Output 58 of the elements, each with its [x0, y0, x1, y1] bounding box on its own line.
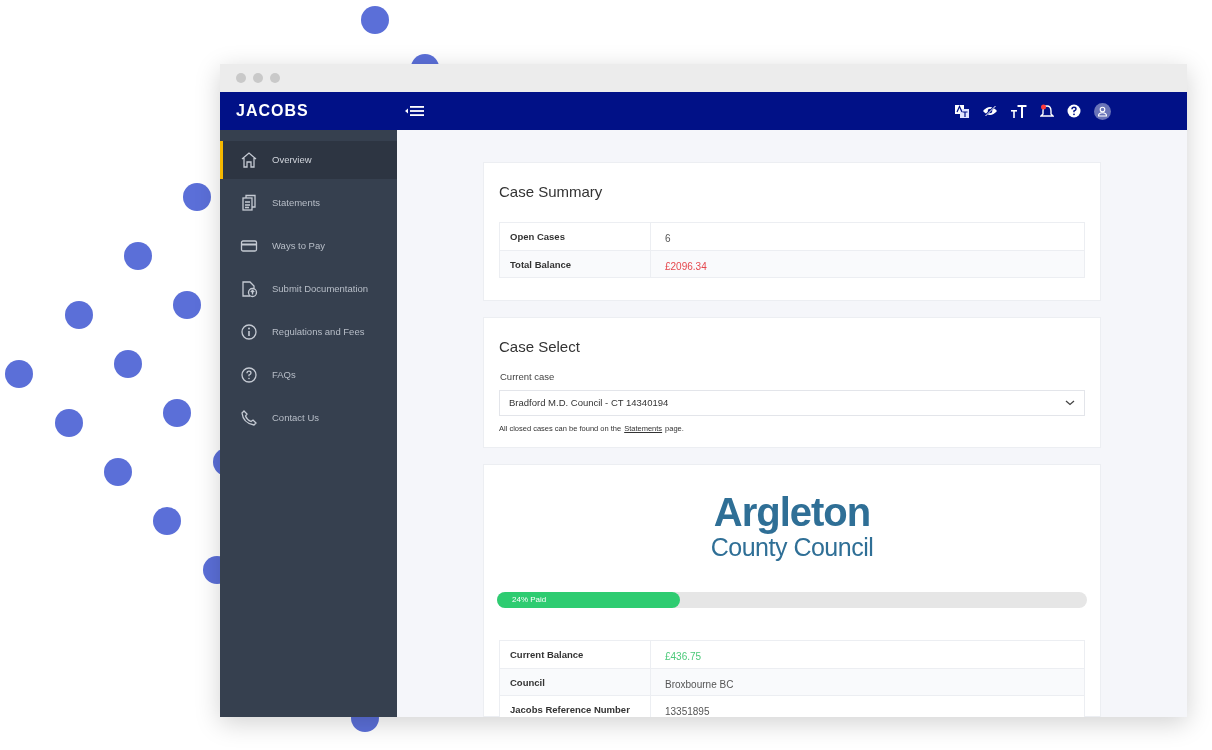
council-logo-title: Argleton: [713, 490, 871, 533]
sidebar-item[interactable]: FAQs: [220, 356, 397, 394]
info-icon: [240, 323, 258, 341]
eye-slash-icon[interactable]: [982, 105, 998, 117]
help-icon: [240, 366, 258, 384]
phone-icon: [240, 409, 258, 427]
table-cell-text: £436.75: [664, 649, 703, 664]
sidebar-item[interactable]: Overview: [220, 141, 397, 179]
table-cell-text: £2096.34: [664, 259, 708, 274]
table-cell-text: Broxbourne BC: [664, 677, 735, 692]
sidebar-item-label: FAQs: [272, 367, 296, 382]
decorative-dot: [55, 409, 83, 437]
table-cell: Current Balance: [500, 640, 651, 668]
sidebar-item-label: Statements: [272, 195, 321, 210]
progress-label: 24% Paid: [512, 593, 547, 606]
menu-collapse-icon[interactable]: [405, 105, 425, 117]
decorative-dot: [5, 360, 33, 388]
sidebar-item[interactable]: Ways to Pay: [220, 227, 397, 265]
table-cell: Open Cases: [500, 222, 651, 250]
help-icon[interactable]: [1067, 104, 1081, 118]
credit-card-icon: [240, 237, 258, 255]
decorative-dot: [65, 301, 93, 329]
sidebar-item[interactable]: Regulations and Fees: [220, 313, 397, 351]
table-cell-text: 6: [664, 231, 672, 246]
table-cell: Council: [500, 668, 651, 695]
decorative-dot: [361, 6, 389, 34]
dropdown-value: Bradford M.D. Council - CT 14340194: [509, 396, 669, 411]
card-title: Case Select: [499, 336, 581, 357]
sidebar-item-label: Contact Us: [272, 410, 319, 425]
brand-logo[interactable]: JACOBS: [236, 99, 309, 123]
document-upload-icon: [240, 280, 258, 298]
home-icon: [240, 151, 258, 169]
table-cell: Jacobs Reference Number: [500, 695, 651, 717]
text-size-icon[interactable]: [1011, 104, 1027, 118]
sidebar-item[interactable]: Contact Us: [220, 399, 397, 437]
decorative-dot: [173, 291, 201, 319]
card-title: Case Summary: [499, 182, 604, 202]
decorative-dot: [153, 507, 181, 535]
decorative-dot: [183, 183, 211, 211]
decorative-dot: [163, 399, 191, 427]
table-cell: Total Balance: [500, 250, 651, 277]
sidebar-item-label: Regulations and Fees: [272, 324, 365, 339]
chevron-down-icon: [1065, 400, 1075, 407]
notification-bell-icon[interactable]: [1040, 104, 1054, 118]
case-dropdown[interactable]: Bradford M.D. Council - CT 14340194: [499, 390, 1085, 417]
sidebar-item[interactable]: Submit Documentation: [220, 270, 397, 308]
sidebar-item-label: Submit Documentation: [272, 281, 369, 296]
decorative-dot: [124, 242, 152, 270]
user-avatar-icon[interactable]: [1094, 102, 1111, 120]
table-cell-text: 13351895: [664, 704, 711, 717]
sidebar-item-label: Ways to Pay: [272, 238, 325, 253]
decorative-dot: [114, 350, 142, 378]
documents-icon: [240, 194, 258, 212]
decorative-dot: [104, 458, 132, 486]
field-label: Current case: [499, 370, 556, 384]
translate-icon[interactable]: [955, 104, 969, 118]
sidebar-item[interactable]: Statements: [220, 184, 397, 222]
sidebar-item-label: Overview: [272, 152, 312, 167]
